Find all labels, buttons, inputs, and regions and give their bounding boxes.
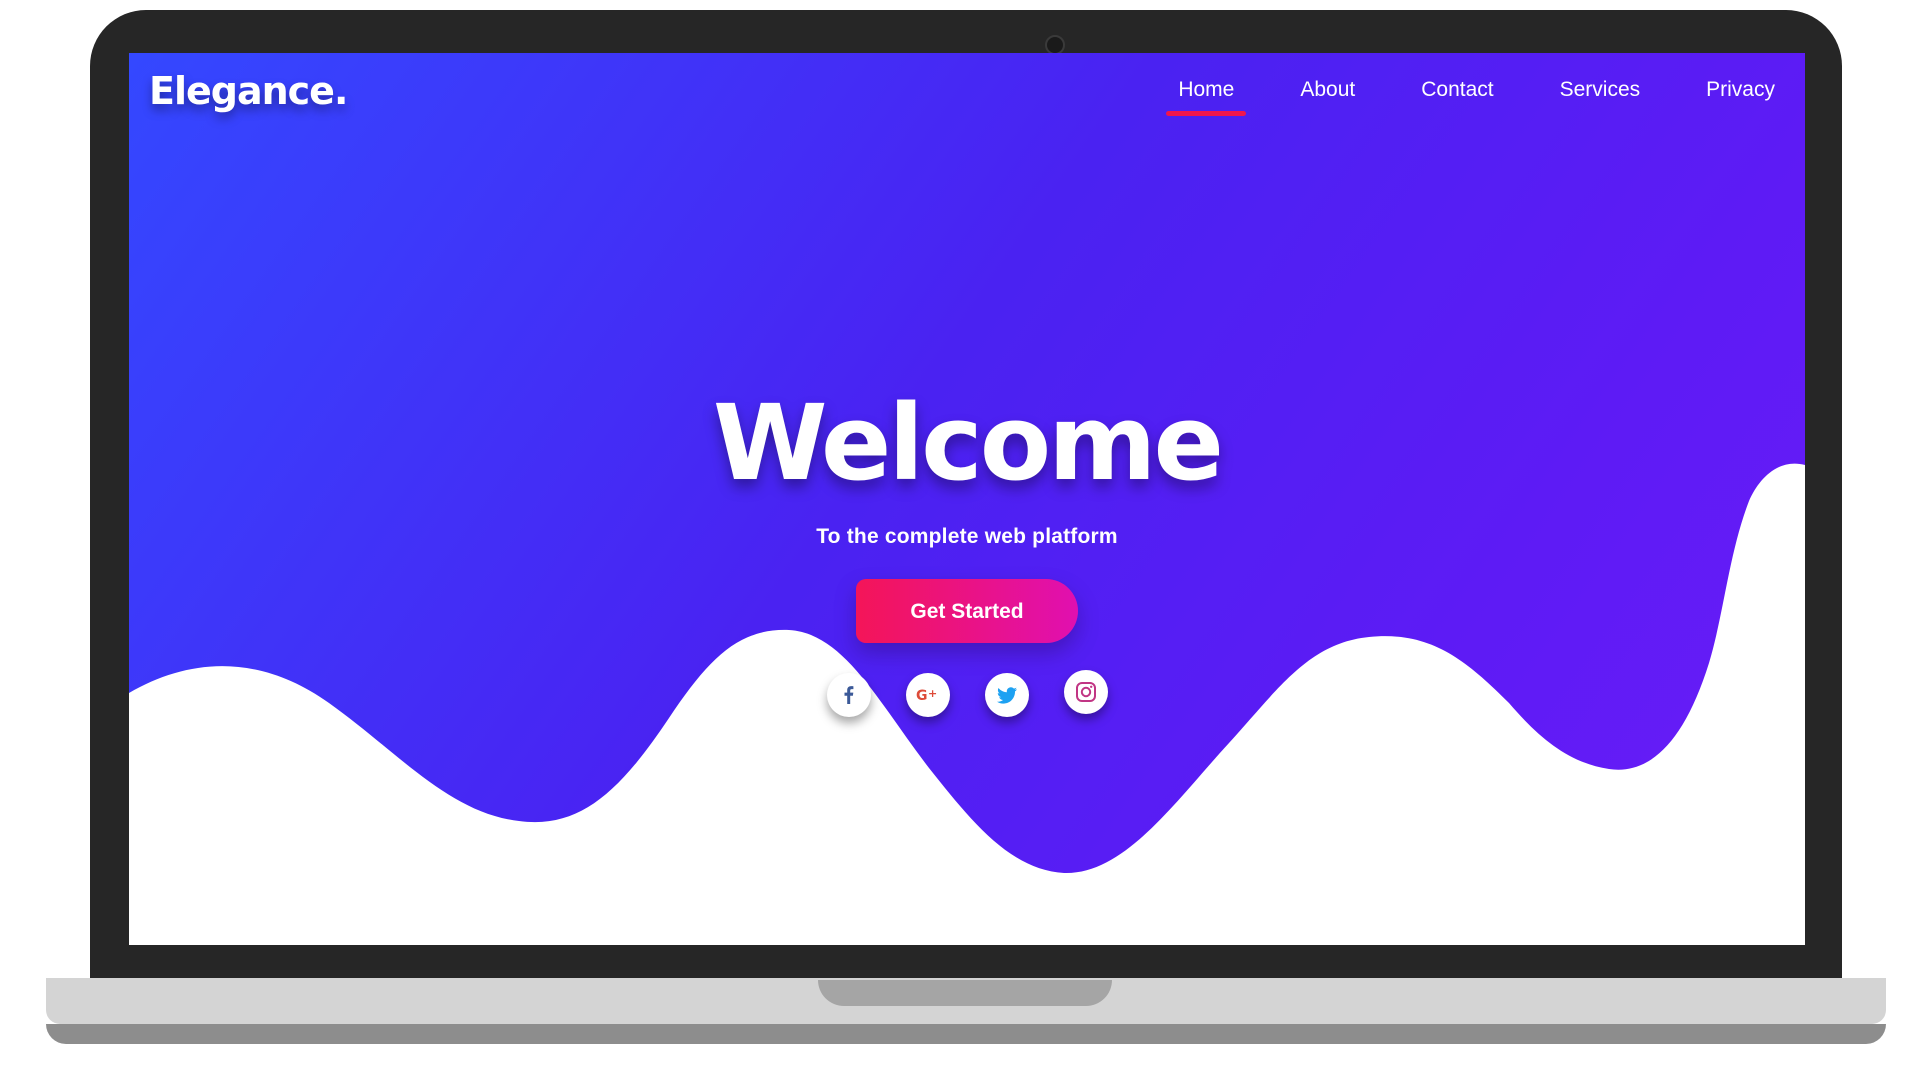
instagram-icon[interactable] [1063, 670, 1108, 714]
laptop-base-edge [46, 1024, 1886, 1044]
svg-text:+: + [928, 687, 937, 700]
google-plus-icon[interactable]: G + [905, 673, 950, 717]
hero-subtitle: To the complete web platform [816, 525, 1118, 548]
laptop-notch [818, 980, 1112, 1006]
brand-logo[interactable]: Elegance. [149, 69, 348, 113]
laptop-screen: Elegance. Home About Contact Services Pr… [129, 53, 1805, 945]
main-nav: Home About Contact Services Privacy [1124, 75, 1787, 116]
nav-item-about[interactable]: About [1288, 75, 1367, 116]
get-started-button[interactable]: Get Started [856, 579, 1078, 643]
nav-item-home[interactable]: Home [1166, 75, 1247, 116]
nav-item-privacy[interactable]: Privacy [1694, 75, 1787, 116]
webcam-icon [1045, 35, 1065, 55]
nav-item-services[interactable]: Services [1548, 75, 1653, 116]
facebook-icon[interactable] [826, 673, 871, 717]
svg-text:G: G [916, 688, 928, 704]
hero-section: Welcome To the complete web platform Get… [129, 383, 1805, 717]
page: Elegance. Home About Contact Services Pr… [0, 0, 1920, 1080]
twitter-icon[interactable] [984, 673, 1029, 717]
nav-item-contact[interactable]: Contact [1409, 75, 1505, 116]
hero-title: Welcome [712, 382, 1224, 504]
social-links: G + [129, 670, 1805, 717]
